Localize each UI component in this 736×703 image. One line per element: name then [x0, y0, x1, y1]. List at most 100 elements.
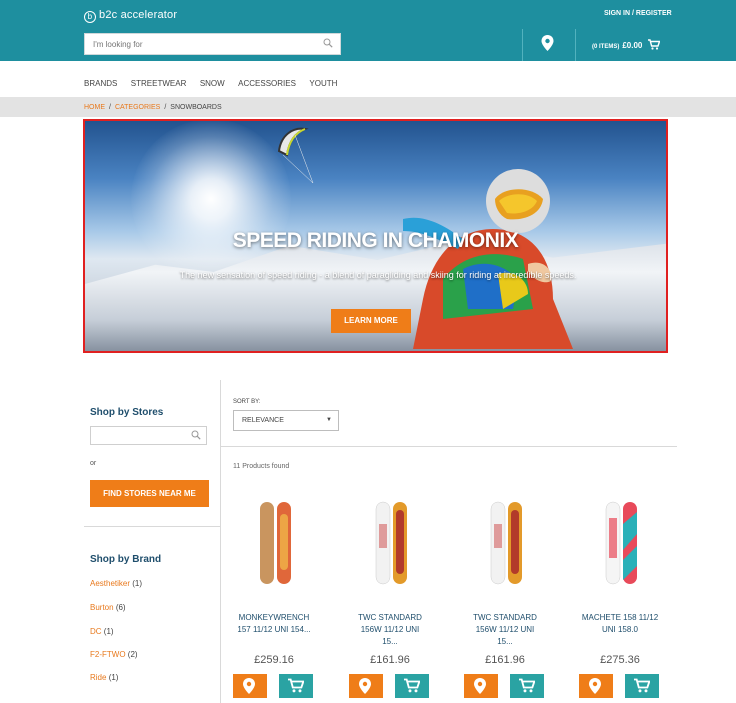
brand-filter-item[interactable]: Ride (1) [90, 673, 118, 682]
nav-streetwear[interactable]: STREETWEAR [131, 79, 187, 88]
brand-name[interactable]: Aesthetiker [90, 579, 130, 588]
product-name-line: TWC STANDARD [473, 613, 537, 622]
snowboard-image[interactable] [222, 494, 326, 589]
brand-name[interactable]: Burton [90, 603, 114, 612]
brand-count: (1) [103, 627, 114, 636]
pick-up-in-store-button[interactable] [349, 674, 383, 698]
brand-filter-item[interactable]: DC (1) [90, 627, 114, 636]
shop-by-stores-title: Shop by Stores [90, 407, 164, 418]
add-to-cart-button[interactable] [395, 674, 429, 698]
brand-count: (2) [127, 650, 138, 659]
search-icon[interactable] [323, 38, 333, 48]
dropdown-arrow-icon: ▼ [326, 417, 332, 423]
logo-mark: b [84, 11, 96, 23]
product-name[interactable]: TWC STANDARD 156W 11/12 UNI 15... [453, 612, 557, 648]
logo[interactable]: b b2c accelerator [84, 9, 177, 23]
snowboard-image[interactable] [338, 494, 442, 589]
breadcrumb: HOME / CATEGORIES / SNOWBOARDS [84, 104, 222, 111]
sort-selected-value: RELEVANCE [242, 417, 284, 424]
brand-count: (1) [132, 579, 143, 588]
sign-in-register-link[interactable]: SIGN IN / REGISTER [604, 10, 672, 17]
map-pin-icon [359, 678, 371, 694]
cart-total: £0.00 [622, 41, 643, 50]
logo-text: b2c accelerator [99, 9, 178, 21]
main-nav: BRANDS STREETWEAR SNOW ACCESSORIES YOUTH [84, 73, 346, 91]
product-name-line: MONKEYWRENCH [238, 613, 310, 622]
add-to-cart-button[interactable] [510, 674, 544, 698]
brand-count: (1) [108, 673, 119, 682]
header-divider [522, 29, 523, 61]
hero-banner[interactable]: SPEED RIDING IN CHAMONIX The new sensati… [83, 119, 668, 353]
products-found-count: 11 Products found [233, 463, 290, 470]
map-pin-icon [474, 678, 486, 694]
mini-cart[interactable]: (0 ITEMS) £0.00 [592, 39, 660, 50]
store-search-input[interactable] [90, 426, 207, 445]
breadcrumb-home[interactable]: HOME [84, 104, 105, 111]
pick-up-in-store-button[interactable] [579, 674, 613, 698]
brand-name[interactable]: F2-FTWO [90, 650, 126, 659]
product-price: £259.16 [254, 654, 294, 666]
sort-by-select[interactable]: RELEVANCE ▼ [233, 410, 339, 431]
cart-icon [647, 39, 660, 50]
cart-items-count: (0 ITEMS) [592, 44, 620, 50]
speed-rider-figure [403, 169, 573, 349]
brand-count: (6) [115, 603, 126, 612]
product-name-line: 15... [382, 637, 398, 646]
product-name[interactable]: MACHETE 158 11/12 UNI 158.0 [568, 612, 672, 636]
product-name-line: 157 11/12 UNI 154... [237, 625, 311, 634]
learn-more-button[interactable]: LEARN MORE [331, 309, 411, 333]
breadcrumb-separator: / [164, 104, 167, 111]
product-name-line: MACHETE 158 11/12 [581, 613, 659, 622]
sidebar-divider [84, 526, 220, 527]
product-name-line: 15... [497, 637, 513, 646]
pick-up-in-store-button[interactable] [464, 674, 498, 698]
product-name-line: 156W 11/12 UNI [360, 625, 420, 634]
brand-name[interactable]: DC [90, 627, 102, 636]
sort-by-label: SORT BY: [233, 399, 261, 405]
shop-by-brand-title: Shop by Brand [90, 554, 162, 565]
cart-icon [288, 678, 304, 693]
or-label: or [90, 460, 97, 467]
cart-icon [404, 678, 420, 693]
nav-youth[interactable]: YOUTH [309, 79, 337, 88]
header-divider [575, 29, 576, 61]
breadcrumb-separator: / [109, 104, 111, 111]
brand-name[interactable]: Ride [90, 673, 106, 682]
pick-up-in-store-button[interactable] [233, 674, 267, 698]
product-name-line: UNI 158.0 [601, 625, 639, 634]
product-name-line: 156W 11/12 UNI [475, 625, 535, 634]
map-pin-icon[interactable] [541, 35, 554, 51]
brand-filter-item[interactable]: Aesthetiker (1) [90, 579, 142, 588]
map-pin-icon [243, 678, 255, 694]
find-stores-near-me-button[interactable]: FIND STORES NEAR ME [90, 480, 209, 507]
add-to-cart-button[interactable] [625, 674, 659, 698]
add-to-cart-button[interactable] [279, 674, 313, 698]
hero-subtitle: The new sensation of speed riding - a bl… [179, 270, 577, 280]
snowboard-image[interactable] [568, 494, 672, 589]
product-price: £161.96 [370, 654, 410, 666]
product-name-line: TWC STANDARD [358, 613, 422, 622]
map-pin-icon [589, 678, 601, 694]
nav-snow[interactable]: SNOW [200, 79, 225, 88]
nav-accessories[interactable]: ACCESSORIES [238, 79, 296, 88]
cart-icon [634, 678, 650, 693]
search-input[interactable] [85, 34, 321, 55]
breadcrumb-current: SNOWBOARDS [170, 104, 222, 111]
brand-filter-item[interactable]: Burton (6) [90, 603, 126, 612]
hero-title: SPEED RIDING IN CHAMONIX [232, 229, 519, 252]
product-price: £275.36 [600, 654, 640, 666]
snowboard-image[interactable] [453, 494, 557, 589]
results-divider [221, 446, 677, 447]
breadcrumb-categories[interactable]: CATEGORIES [115, 104, 160, 111]
product-name[interactable]: TWC STANDARD 156W 11/12 UNI 15... [338, 612, 442, 648]
top-bar: bb2c accelerator SIGN IN / REGISTER (0 I… [0, 0, 736, 61]
sidebar-vertical-divider [220, 380, 221, 703]
brand-filter-item[interactable]: F2-FTWO (2) [90, 650, 138, 659]
product-name[interactable]: MONKEYWRENCH 157 11/12 UNI 154... [222, 612, 326, 636]
search-icon[interactable] [191, 430, 201, 440]
cart-icon [519, 678, 535, 693]
search-box[interactable] [84, 33, 341, 55]
nav-brands[interactable]: BRANDS [84, 79, 117, 88]
paraglider-kite-icon [277, 127, 314, 183]
product-price: £161.96 [485, 654, 525, 666]
